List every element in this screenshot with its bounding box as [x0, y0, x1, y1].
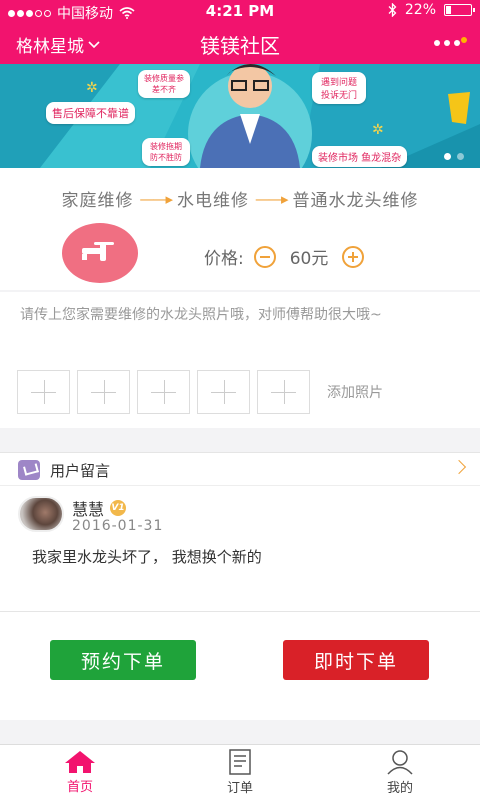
- tab-label: 首页: [66, 780, 93, 795]
- tab-bar: 首页 订单 我的: [0, 744, 480, 800]
- banner-tag: 遇到问题投诉无门: [312, 72, 366, 104]
- service-breadcrumb: 家庭维修 ——▸ 水电维修 ——▸ 普通水龙头维修: [0, 186, 480, 212]
- status-bar: 中国移动 4:21 PM 22%: [0, 0, 480, 22]
- photo-slot[interactable]: [197, 370, 250, 414]
- banner-tag: 售后保障不靠谱: [46, 102, 135, 124]
- service-card: 家庭维修 ——▸ 水电维修 ——▸ 普通水龙头维修 价格: 60元: [0, 168, 480, 290]
- photo-slot[interactable]: [257, 370, 310, 414]
- minus-button[interactable]: [253, 245, 276, 268]
- tab-label: 我的: [386, 781, 413, 796]
- message-text: 我家里水龙头坏了， 我想换个新的: [32, 548, 262, 566]
- home-icon: [65, 751, 95, 773]
- more-menu-button[interactable]: [434, 37, 467, 46]
- photo-slot[interactable]: [137, 370, 190, 414]
- photo-slot[interactable]: [17, 370, 70, 414]
- faucet-icon: [62, 223, 138, 283]
- instant-order-button[interactable]: 即时下单: [283, 640, 429, 680]
- book-order-button[interactable]: 预约下单: [50, 640, 196, 680]
- messages-header[interactable]: 用户留言: [0, 452, 480, 486]
- messages-title: 用户留言: [50, 462, 111, 480]
- breadcrumb-item: 家庭维修: [61, 191, 134, 211]
- banner-tag: 装修市场 鱼龙混杂: [312, 146, 408, 167]
- add-photo-label[interactable]: 添加照片: [327, 382, 383, 402]
- price-value: 60元: [289, 249, 329, 269]
- tab-orders[interactable]: 订单: [160, 745, 320, 800]
- arrow-right-icon: ——▸: [255, 189, 289, 208]
- chevron-right-icon: [451, 459, 467, 475]
- pager-dot[interactable]: [457, 153, 464, 160]
- arrow-right-icon: ——▸: [139, 189, 173, 208]
- page-title: 镁镁社区: [200, 34, 280, 58]
- svg-text:✲: ✲: [86, 80, 98, 96]
- tab-profile[interactable]: 我的: [320, 745, 480, 800]
- promo-banner[interactable]: ✲ ✲ 售后保障不靠谱 装修质量参差不齐 遇到问题投诉无门 装修拖期防不胜防 装…: [0, 64, 480, 168]
- breadcrumb-item: 普通水龙头维修: [292, 191, 419, 211]
- breadcrumb-item: 水电维修: [177, 191, 249, 211]
- battery-icon: [444, 4, 475, 16]
- price-row: 价格: 60元: [204, 244, 365, 269]
- pager-dot[interactable]: [444, 153, 451, 160]
- vip-badge: V1: [110, 500, 127, 516]
- banner-tag: 装修拖期防不胜防: [142, 138, 190, 166]
- tab-label: 订单: [226, 781, 253, 796]
- photo-slot[interactable]: [77, 370, 130, 414]
- plus-button[interactable]: [342, 245, 365, 268]
- bluetooth-icon: [388, 3, 397, 17]
- battery-percent: 22%: [404, 2, 436, 18]
- order-icon: [229, 749, 251, 775]
- message-date: 2016-01-31: [72, 518, 164, 534]
- message-item: 慧慧 V1 2016-01-31 我家里水龙头坏了， 我想换个新的: [0, 486, 480, 612]
- photo-hint-text[interactable]: 请传上您家需要维修的水龙头照片哦，对师傅帮助很大哦~: [20, 304, 460, 324]
- tab-home[interactable]: 首页: [0, 745, 160, 800]
- avatar[interactable]: [18, 496, 64, 532]
- edit-icon: [18, 460, 40, 480]
- price-label: 价格:: [204, 249, 244, 269]
- user-name: 慧慧: [72, 500, 105, 519]
- svg-text:✲: ✲: [372, 122, 384, 138]
- nav-header: 格林星城 镁镁社区: [0, 22, 480, 64]
- banner-pager: [444, 153, 464, 160]
- action-area: 预约下单 即时下单: [0, 612, 480, 720]
- banner-tag: 装修质量参差不齐: [138, 70, 190, 98]
- profile-icon: [387, 750, 413, 775]
- photo-upload-section: 请传上您家需要维修的水龙头照片哦，对师傅帮助很大哦~ 添加照片: [0, 292, 480, 428]
- notification-dot: [461, 37, 467, 43]
- photo-slots: 添加照片: [17, 370, 383, 414]
